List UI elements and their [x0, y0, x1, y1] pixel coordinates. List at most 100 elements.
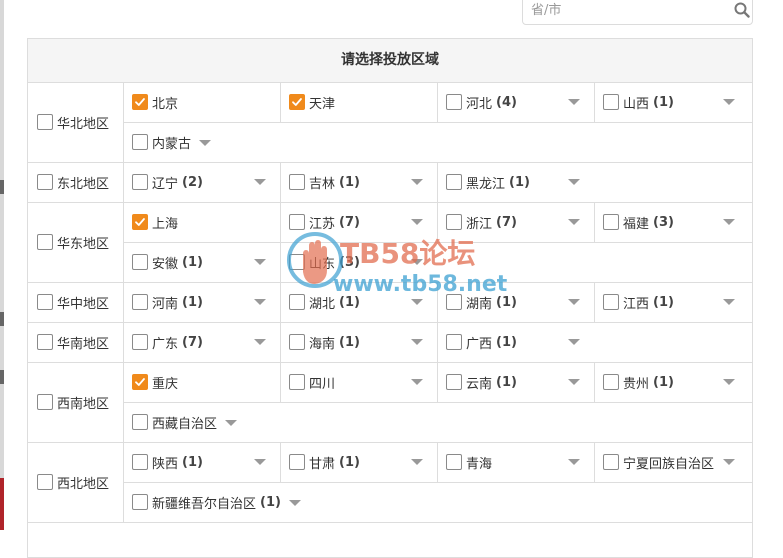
province-option[interactable]: 宁夏回族自治区 — [594, 442, 752, 482]
province-option[interactable]: 江西 (1) — [594, 282, 752, 322]
province-option[interactable]: 陕西 (1) — [123, 442, 280, 482]
region-row-label[interactable]: 西南地区 — [28, 362, 123, 442]
province-option[interactable]: 安徽 (1) — [123, 242, 280, 282]
chevron-down-icon[interactable] — [254, 179, 266, 185]
province-checkbox[interactable] — [289, 174, 305, 190]
province-checkbox[interactable] — [132, 334, 148, 350]
chevron-down-icon[interactable] — [411, 339, 423, 345]
province-option[interactable]: 广西 (1) — [437, 322, 594, 362]
chevron-down-icon[interactable] — [225, 420, 238, 426]
chevron-down-icon[interactable] — [568, 99, 580, 105]
province-checkbox[interactable] — [132, 174, 148, 190]
province-checkbox[interactable] — [289, 94, 305, 110]
region-row-label[interactable]: 华南地区 — [28, 322, 123, 362]
province-option[interactable]: 上海 — [123, 202, 280, 242]
province-option[interactable]: 广东 (7) — [123, 322, 280, 362]
chevron-down-icon[interactable] — [254, 459, 266, 465]
region-row-label[interactable]: 华北地区 — [28, 82, 123, 162]
province-checkbox[interactable] — [446, 174, 462, 190]
province-option[interactable]: 河南 (1) — [123, 282, 280, 322]
chevron-down-icon[interactable] — [723, 379, 735, 385]
chevron-down-icon[interactable] — [568, 379, 580, 385]
chevron-down-icon[interactable] — [199, 140, 212, 146]
province-option[interactable]: 甘肃 (1) — [280, 442, 437, 482]
province-search-input[interactable] — [531, 0, 721, 21]
region-row-label[interactable]: 华东地区 — [28, 202, 123, 282]
province-option[interactable]: 云南 (1) — [437, 362, 594, 402]
province-option[interactable]: 新疆维吾尔自治区 (1) — [123, 482, 752, 522]
province-checkbox[interactable] — [446, 214, 462, 230]
region-checkbox[interactable] — [37, 174, 53, 190]
chevron-down-icon[interactable] — [568, 299, 580, 305]
province-option[interactable]: 青海 — [437, 442, 594, 482]
province-option[interactable]: 辽宁 (2) — [123, 162, 280, 202]
province-option[interactable]: 河北 (4) — [437, 82, 594, 122]
province-checkbox[interactable] — [132, 254, 148, 270]
province-option[interactable]: 湖南 (1) — [437, 282, 594, 322]
chevron-down-icon[interactable] — [411, 179, 423, 185]
chevron-down-icon[interactable] — [568, 179, 580, 185]
province-checkbox[interactable] — [603, 94, 619, 110]
province-checkbox[interactable] — [603, 294, 619, 310]
province-option[interactable]: 山西 (1) — [594, 82, 752, 122]
province-checkbox[interactable] — [289, 374, 305, 390]
chevron-down-icon[interactable] — [723, 99, 735, 105]
province-checkbox[interactable] — [446, 374, 462, 390]
province-checkbox[interactable] — [446, 94, 462, 110]
province-checkbox[interactable] — [603, 214, 619, 230]
province-option[interactable]: 山东 (3) — [280, 242, 437, 282]
chevron-down-icon[interactable] — [568, 459, 580, 465]
chevron-down-icon[interactable] — [568, 339, 580, 345]
province-option[interactable]: 天津 — [280, 82, 437, 122]
province-option[interactable]: 黑龙江 (1) — [437, 162, 594, 202]
chevron-down-icon[interactable] — [254, 259, 266, 265]
province-checkbox[interactable] — [289, 294, 305, 310]
region-row-label[interactable]: 华中地区 — [28, 282, 123, 322]
chevron-down-icon[interactable] — [723, 459, 735, 465]
province-checkbox[interactable] — [132, 214, 148, 230]
province-checkbox[interactable] — [603, 454, 619, 470]
province-option[interactable]: 湖北 (1) — [280, 282, 437, 322]
chevron-down-icon[interactable] — [411, 459, 423, 465]
province-checkbox[interactable] — [446, 334, 462, 350]
region-row-label[interactable]: 东北地区 — [28, 162, 123, 202]
province-checkbox[interactable] — [446, 454, 462, 470]
chevron-down-icon[interactable] — [411, 259, 423, 265]
chevron-down-icon[interactable] — [568, 219, 580, 225]
chevron-down-icon[interactable] — [723, 299, 735, 305]
province-option[interactable]: 海南 (1) — [280, 322, 437, 362]
province-checkbox[interactable] — [446, 294, 462, 310]
chevron-down-icon[interactable] — [411, 379, 423, 385]
province-checkbox[interactable] — [132, 94, 148, 110]
province-search-box[interactable] — [522, 0, 753, 25]
province-checkbox[interactable] — [132, 494, 148, 510]
province-option[interactable]: 四川 — [280, 362, 437, 402]
chevron-down-icon[interactable] — [254, 339, 266, 345]
province-checkbox[interactable] — [603, 374, 619, 390]
province-option[interactable]: 重庆 — [123, 362, 280, 402]
region-checkbox[interactable] — [37, 234, 53, 250]
region-checkbox[interactable] — [37, 334, 53, 350]
province-option[interactable]: 内蒙古 — [123, 122, 752, 162]
province-option[interactable]: 浙江 (7) — [437, 202, 594, 242]
province-checkbox[interactable] — [132, 414, 148, 430]
province-checkbox[interactable] — [289, 334, 305, 350]
region-checkbox[interactable] — [37, 294, 53, 310]
province-checkbox[interactable] — [289, 254, 305, 270]
chevron-down-icon[interactable] — [411, 219, 423, 225]
province-option[interactable]: 吉林 (1) — [280, 162, 437, 202]
province-checkbox[interactable] — [289, 214, 305, 230]
chevron-down-icon[interactable] — [254, 299, 266, 305]
province-option[interactable]: 北京 — [123, 82, 280, 122]
region-checkbox[interactable] — [37, 474, 53, 490]
province-option[interactable]: 江苏 (7) — [280, 202, 437, 242]
region-checkbox[interactable] — [37, 394, 53, 410]
province-option[interactable]: 贵州 (1) — [594, 362, 752, 402]
province-checkbox[interactable] — [289, 454, 305, 470]
chevron-down-icon[interactable] — [288, 500, 301, 506]
chevron-down-icon[interactable] — [723, 219, 735, 225]
region-row-label[interactable]: 西北地区 — [28, 442, 123, 522]
search-icon[interactable] — [734, 2, 750, 18]
chevron-down-icon[interactable] — [411, 299, 423, 305]
province-checkbox[interactable] — [132, 134, 148, 150]
